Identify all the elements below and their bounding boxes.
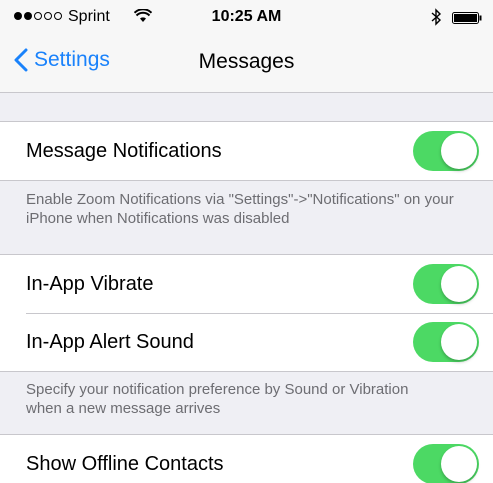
toggle-knob xyxy=(441,133,477,169)
top-bar: Sprint 10:25 AM Settings Messages xyxy=(0,0,493,93)
show-offline-contacts-label: Show Offline Contacts xyxy=(26,452,224,475)
alerts-group: In-App Vibrate In-App Alert Sound xyxy=(0,254,493,372)
in-app-vibrate-label: In-App Vibrate xyxy=(26,272,154,295)
in-app-alert-sound-toggle[interactable] xyxy=(413,322,479,362)
toggle-knob xyxy=(441,324,477,360)
preference-footer: Specify your notification preference by … xyxy=(26,381,409,417)
navigation-bar: Settings Messages xyxy=(0,36,493,92)
notifications-footer: Enable Zoom Notifications via "Settings"… xyxy=(26,191,454,227)
notifications-group: Message Notifications xyxy=(0,121,493,181)
messages-settings-screen: Sprint 10:25 AM Settings Messages Messag… xyxy=(0,0,493,483)
status-bar: Sprint 10:25 AM xyxy=(0,0,493,36)
in-app-vibrate-toggle[interactable] xyxy=(413,264,479,304)
in-app-alert-sound-row: In-App Alert Sound xyxy=(0,313,493,371)
show-offline-contacts-toggle[interactable] xyxy=(413,444,479,483)
contacts-group: Show Offline Contacts xyxy=(0,434,493,483)
bluetooth-icon xyxy=(431,8,442,26)
page-title: Messages xyxy=(198,50,295,73)
message-notifications-label: Message Notifications xyxy=(26,139,222,162)
toggle-knob xyxy=(441,446,477,482)
show-offline-contacts-row: Show Offline Contacts xyxy=(0,435,493,483)
message-notifications-row: Message Notifications xyxy=(0,122,493,180)
in-app-alert-sound-label: In-App Alert Sound xyxy=(26,330,194,353)
battery-icon xyxy=(452,12,482,24)
status-time: 10:25 AM xyxy=(211,8,282,25)
in-app-vibrate-row: In-App Vibrate xyxy=(0,255,493,313)
message-notifications-toggle[interactable] xyxy=(413,131,479,171)
toggle-knob xyxy=(441,266,477,302)
